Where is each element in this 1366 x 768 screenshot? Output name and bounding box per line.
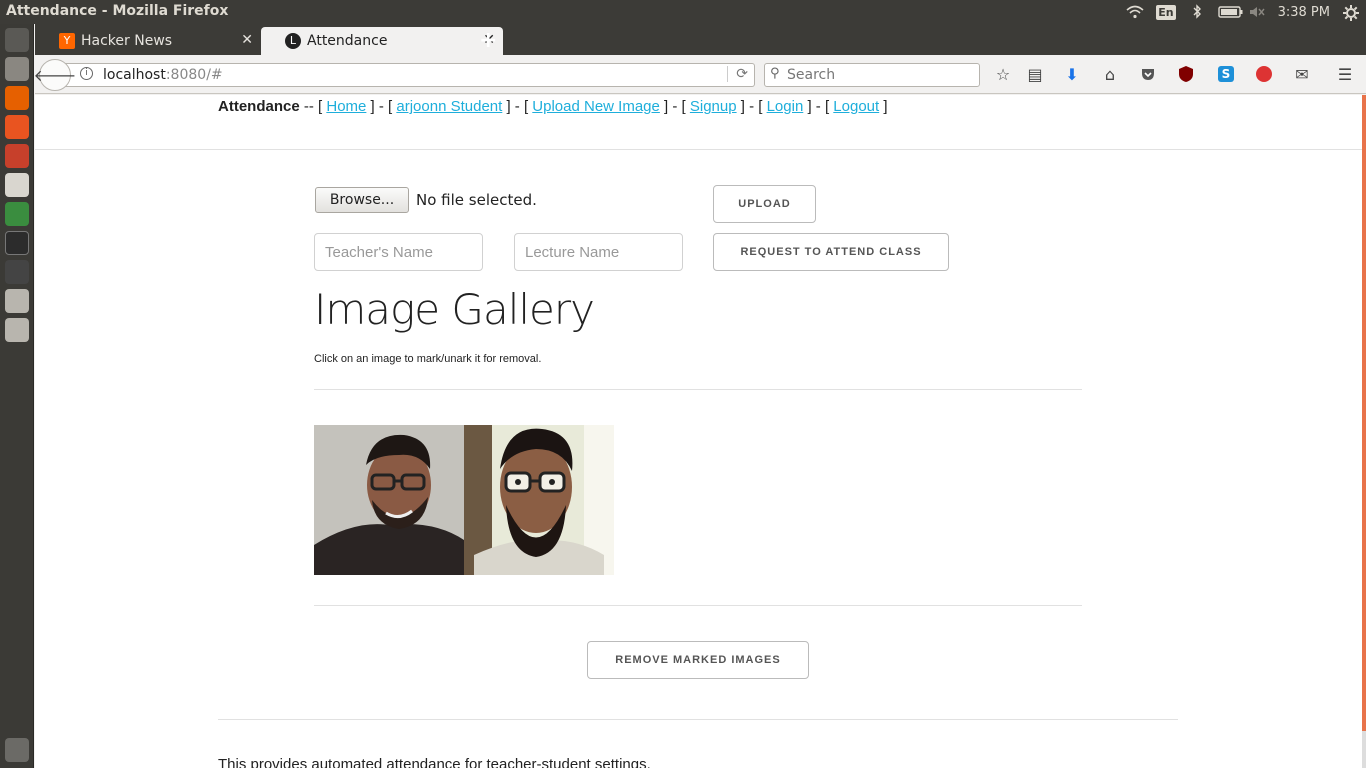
reload-icon[interactable]: ⟳ <box>727 66 748 82</box>
nav-link-profile[interactable]: arjoonn Student <box>396 98 502 115</box>
system-top-panel: Attendance - Mozilla Firefox En 3:38 PM <box>0 0 1366 24</box>
lecture-name-input[interactable] <box>514 233 683 271</box>
terminal-icon[interactable] <box>5 231 29 255</box>
bookmark-star-icon[interactable]: ☆ <box>993 64 1013 84</box>
system-tray: En 3:38 PM <box>1126 0 1360 24</box>
attendance-favicon-icon: L <box>285 33 301 49</box>
firefox-icon[interactable] <box>5 86 29 110</box>
info-icon[interactable]: i <box>80 67 93 80</box>
download-icon[interactable]: ⬇ <box>1062 64 1082 84</box>
clock[interactable]: 3:38 PM <box>1278 5 1330 20</box>
bluetooth-icon[interactable] <box>1188 4 1206 20</box>
tab-hacker-news[interactable]: Y Hacker News ✕ <box>35 27 261 55</box>
gear-icon[interactable] <box>1342 4 1360 21</box>
spreadsheet-icon[interactable] <box>5 202 29 226</box>
request-attend-button[interactable]: REQUEST TO ATTEND CLASS <box>713 233 949 271</box>
nav-link-signup[interactable]: Signup <box>690 98 737 115</box>
tab-attendance[interactable]: L Attendance ✕ <box>261 27 503 55</box>
search-input[interactable] <box>787 65 972 85</box>
gallery-image[interactable] <box>464 425 614 575</box>
nav-link-login[interactable]: Login <box>767 98 804 115</box>
page-title: Image Gallery <box>314 285 595 334</box>
disk-icon[interactable] <box>5 289 29 313</box>
window-title: Attendance - Mozilla Firefox <box>6 3 229 19</box>
url-text: localhost:8080/# <box>103 67 223 83</box>
arrow-left-icon: 🡐 <box>33 66 77 85</box>
scrollbar-track[interactable] <box>1362 731 1366 768</box>
divider <box>314 389 1082 390</box>
remove-marked-images-button[interactable]: REMOVE MARKED IMAGES <box>587 641 809 679</box>
close-icon[interactable]: ✕ <box>241 32 253 48</box>
page-content: Attendance -- [ Home ] - [ arjoonn Stude… <box>35 95 1366 768</box>
home-icon[interactable]: ⌂ <box>1100 64 1120 84</box>
divider <box>35 149 1362 150</box>
tab-strip: Y Hacker News ✕ L Attendance ✕ + <box>35 24 1366 55</box>
site-nav: Attendance -- [ Home ] - [ arjoonn Stude… <box>218 98 888 115</box>
gallery-hint: Click on an image to mark/unark it for r… <box>314 353 542 365</box>
footer-text: This provides automated attendance for t… <box>218 756 651 768</box>
browse-button[interactable]: Browse... <box>315 187 409 213</box>
hacker-news-favicon-icon: Y <box>59 33 75 49</box>
ublock-icon[interactable] <box>1176 64 1196 84</box>
hamburger-menu-icon[interactable]: ☰ <box>1335 64 1355 84</box>
volume-muted-icon[interactable] <box>1248 4 1266 20</box>
nav-link-upload[interactable]: Upload New Image <box>532 98 660 115</box>
battery-icon[interactable] <box>1217 4 1243 20</box>
nav-link-logout[interactable]: Logout <box>833 98 879 115</box>
extension-red-icon[interactable] <box>1254 64 1274 84</box>
new-tab-icon[interactable]: + <box>479 28 497 53</box>
back-button[interactable]: 🡐 <box>34 59 76 91</box>
unity-launcher <box>0 24 34 768</box>
nav-link-home[interactable]: Home <box>326 98 366 115</box>
tab-label: Hacker News <box>81 33 173 49</box>
disk-icon[interactable] <box>5 318 29 342</box>
files-icon[interactable] <box>5 57 29 81</box>
nav-toolbar: i localhost:8080/# ⟳ 🡐 ⚲ ☆ ▤ ⬇ ⌂ S ✉ ☰ <box>34 55 1366 94</box>
extension-s-icon[interactable]: S <box>1216 64 1236 84</box>
file-status: No file selected. <box>416 191 537 209</box>
pocket-icon[interactable] <box>1138 64 1158 84</box>
url-bar[interactable]: i localhost:8080/# ⟳ <box>65 63 755 87</box>
wifi-icon[interactable] <box>1126 4 1144 20</box>
scrollbar-thumb[interactable] <box>1362 95 1366 731</box>
gallery-image[interactable] <box>314 425 464 575</box>
settings-icon[interactable] <box>5 144 29 168</box>
search-bar[interactable]: ⚲ <box>764 63 980 87</box>
mail-icon[interactable]: ✉ <box>1292 64 1312 84</box>
bookmarks-list-icon[interactable]: ▤ <box>1025 64 1045 84</box>
upload-button[interactable]: UPLOAD <box>713 185 816 223</box>
site-brand: Attendance <box>218 98 300 115</box>
tab-label: Attendance <box>307 33 388 49</box>
dash-home-icon[interactable] <box>5 28 29 52</box>
keyboard-layout-indicator[interactable]: En <box>1156 4 1176 20</box>
divider <box>218 719 1178 720</box>
software-center-icon[interactable] <box>5 115 29 139</box>
search-icon: ⚲ <box>770 66 780 81</box>
app-icon[interactable] <box>5 260 29 284</box>
divider <box>314 605 1082 606</box>
teacher-name-input[interactable] <box>314 233 483 271</box>
trash-icon[interactable] <box>5 738 29 762</box>
amazon-icon[interactable] <box>5 173 29 197</box>
